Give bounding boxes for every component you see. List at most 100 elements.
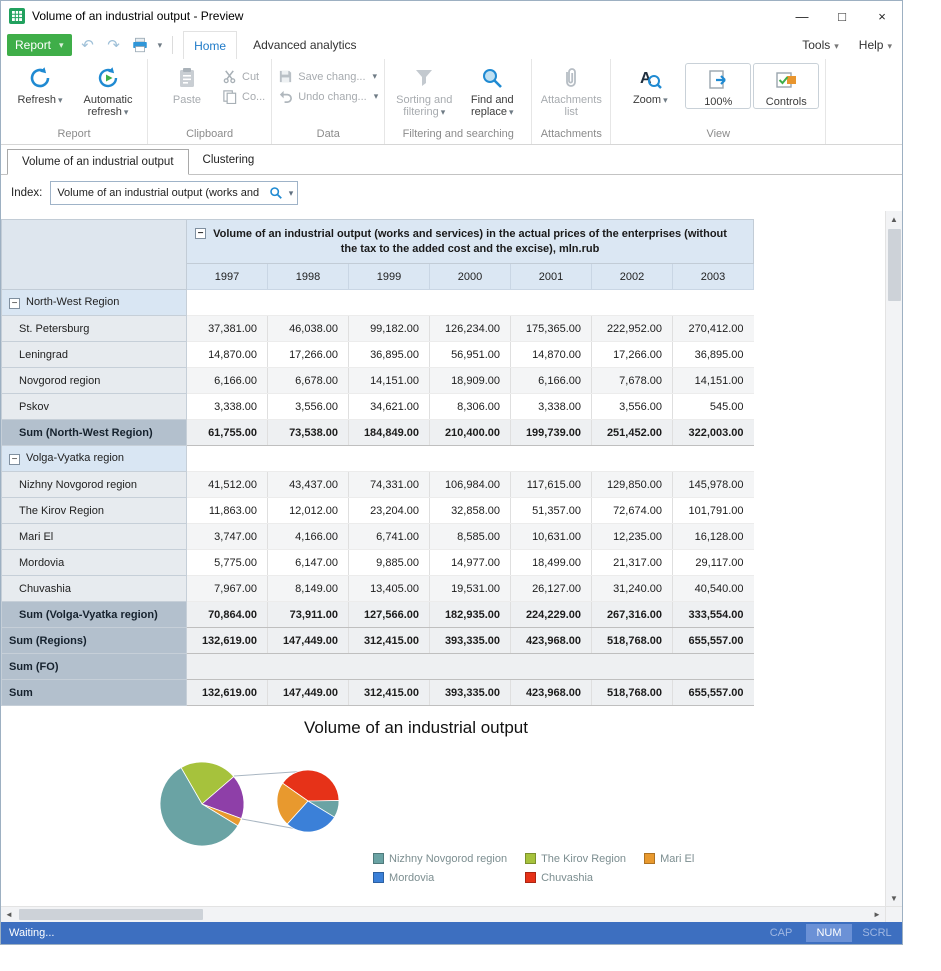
value-cell[interactable]: 5,775.00 <box>187 550 268 576</box>
collapse-icon[interactable]: − <box>195 228 206 239</box>
value-cell[interactable]: 518,768.00 <box>592 680 673 706</box>
year-header[interactable]: 1998 <box>268 264 349 290</box>
value-cell[interactable]: 184,849.00 <box>349 420 430 446</box>
value-cell[interactable]: 545.00 <box>673 394 754 420</box>
value-cell[interactable]: 61,755.00 <box>187 420 268 446</box>
minimize-button[interactable]: — <box>782 1 822 31</box>
year-header[interactable]: 2003 <box>673 264 754 290</box>
value-cell[interactable]: 655,557.00 <box>673 680 754 706</box>
value-cell[interactable]: 6,678.00 <box>268 368 349 394</box>
value-cell[interactable]: 270,412.00 <box>673 316 754 342</box>
value-cell[interactable]: 40,540.00 <box>673 576 754 602</box>
undo-changes-button[interactable]: Undo chang... ▾ <box>278 89 378 104</box>
value-cell[interactable]: 12,235.00 <box>592 524 673 550</box>
value-cell[interactable]: 72,674.00 <box>592 498 673 524</box>
index-combobox[interactable]: Volume of an industrial output (works an… <box>50 181 298 205</box>
value-cell[interactable]: 19,531.00 <box>430 576 511 602</box>
copy-button[interactable]: Co... <box>222 89 265 104</box>
automatic-refresh-button[interactable]: Automatic refresh▾ <box>75 61 141 118</box>
tools-menu[interactable]: Tools▾ <box>802 38 839 52</box>
doc-tab-volume[interactable]: Volume of an industrial output <box>7 149 189 175</box>
value-cell[interactable]: 7,967.00 <box>187 576 268 602</box>
help-menu[interactable]: Help▾ <box>859 38 892 52</box>
value-cell[interactable]: 6,741.00 <box>349 524 430 550</box>
value-cell[interactable]: 312,415.00 <box>349 628 430 654</box>
value-cell[interactable]: 26,127.00 <box>511 576 592 602</box>
refresh-button[interactable]: Refresh▾ <box>7 61 73 106</box>
vertical-scroll-thumb[interactable] <box>888 229 901 301</box>
year-header[interactable]: 1997 <box>187 264 268 290</box>
vertical-scrollbar[interactable]: ▲ ▼ <box>885 211 902 906</box>
value-cell[interactable]: 127,566.00 <box>349 602 430 628</box>
collapse-icon[interactable]: − <box>9 454 20 465</box>
value-cell[interactable]: 423,968.00 <box>511 680 592 706</box>
value-cell[interactable]: 16,128.00 <box>673 524 754 550</box>
value-cell[interactable]: 9,885.00 <box>349 550 430 576</box>
cut-button[interactable]: Cut <box>222 69 265 84</box>
value-cell[interactable]: 12,012.00 <box>268 498 349 524</box>
scroll-right-icon[interactable]: ► <box>869 907 885 922</box>
value-cell[interactable]: 73,911.00 <box>268 602 349 628</box>
value-cell[interactable]: 222,952.00 <box>592 316 673 342</box>
print-dropdown-icon[interactable]: ▾ <box>158 40 163 51</box>
collapse-icon[interactable]: − <box>9 298 20 309</box>
value-cell[interactable]: 106,984.00 <box>430 472 511 498</box>
value-cell[interactable]: 518,768.00 <box>592 628 673 654</box>
paste-button[interactable]: Paste <box>154 61 220 106</box>
value-cell[interactable]: 23,204.00 <box>349 498 430 524</box>
scroll-down-icon[interactable]: ▼ <box>886 890 902 906</box>
value-cell[interactable]: 333,554.00 <box>673 602 754 628</box>
value-cell[interactable]: 14,870.00 <box>511 342 592 368</box>
value-cell[interactable]: 17,266.00 <box>592 342 673 368</box>
row-label[interactable]: −North-West Region <box>2 290 187 316</box>
value-cell[interactable]: 6,166.00 <box>187 368 268 394</box>
value-cell[interactable]: 99,182.00 <box>349 316 430 342</box>
value-cell[interactable]: 3,747.00 <box>187 524 268 550</box>
attachments-list-button[interactable]: Attachments list <box>538 61 604 118</box>
value-cell[interactable]: 18,499.00 <box>511 550 592 576</box>
sorting-filtering-button[interactable]: Sorting and filtering▾ <box>391 61 457 118</box>
save-changes-button[interactable]: Save chang... ▾ <box>278 69 378 84</box>
value-cell[interactable]: 11,863.00 <box>187 498 268 524</box>
doc-tab-clustering[interactable]: Clustering <box>189 148 269 174</box>
value-cell[interactable]: 145,978.00 <box>673 472 754 498</box>
controls-button[interactable]: Controls <box>753 63 819 109</box>
value-cell[interactable]: 41,512.00 <box>187 472 268 498</box>
value-cell[interactable]: 117,615.00 <box>511 472 592 498</box>
value-cell[interactable]: 147,449.00 <box>268 628 349 654</box>
value-cell[interactable]: 43,437.00 <box>268 472 349 498</box>
ribbon-tab-home[interactable]: Home <box>183 31 237 59</box>
combo-dropdown-icon[interactable]: ▾ <box>289 188 294 199</box>
report-menu-button[interactable]: Report ▾ <box>7 34 72 56</box>
value-cell[interactable]: 18,909.00 <box>430 368 511 394</box>
value-cell[interactable]: 393,335.00 <box>430 680 511 706</box>
value-cell[interactable]: 29,117.00 <box>673 550 754 576</box>
print-icon[interactable] <box>130 36 150 54</box>
close-button[interactable]: × <box>862 1 902 31</box>
value-cell[interactable]: 4,166.00 <box>268 524 349 550</box>
value-cell[interactable]: 14,870.00 <box>187 342 268 368</box>
value-cell[interactable]: 126,234.00 <box>430 316 511 342</box>
value-cell[interactable]: 147,449.00 <box>268 680 349 706</box>
value-cell[interactable]: 14,151.00 <box>673 368 754 394</box>
value-cell[interactable]: 14,977.00 <box>430 550 511 576</box>
value-cell[interactable]: 21,317.00 <box>592 550 673 576</box>
redo-icon[interactable]: ↷ <box>104 36 124 54</box>
zoom-100-button[interactable]: 100% <box>685 63 751 109</box>
value-cell[interactable]: 36,895.00 <box>673 342 754 368</box>
value-cell[interactable]: 132,619.00 <box>187 628 268 654</box>
value-cell[interactable]: 8,306.00 <box>430 394 511 420</box>
value-cell[interactable]: 32,858.00 <box>430 498 511 524</box>
value-cell[interactable]: 74,331.00 <box>349 472 430 498</box>
value-cell[interactable]: 70,864.00 <box>187 602 268 628</box>
value-cell[interactable]: 8,585.00 <box>430 524 511 550</box>
find-replace-button[interactable]: Find and replace▾ <box>459 61 525 118</box>
value-cell[interactable]: 3,338.00 <box>511 394 592 420</box>
ribbon-tab-advanced-analytics[interactable]: Advanced analytics <box>243 31 366 59</box>
year-header[interactable]: 1999 <box>349 264 430 290</box>
value-cell[interactable]: 393,335.00 <box>430 628 511 654</box>
value-cell[interactable]: 655,557.00 <box>673 628 754 654</box>
value-cell[interactable]: 175,365.00 <box>511 316 592 342</box>
value-cell[interactable]: 56,951.00 <box>430 342 511 368</box>
year-header[interactable]: 2000 <box>430 264 511 290</box>
